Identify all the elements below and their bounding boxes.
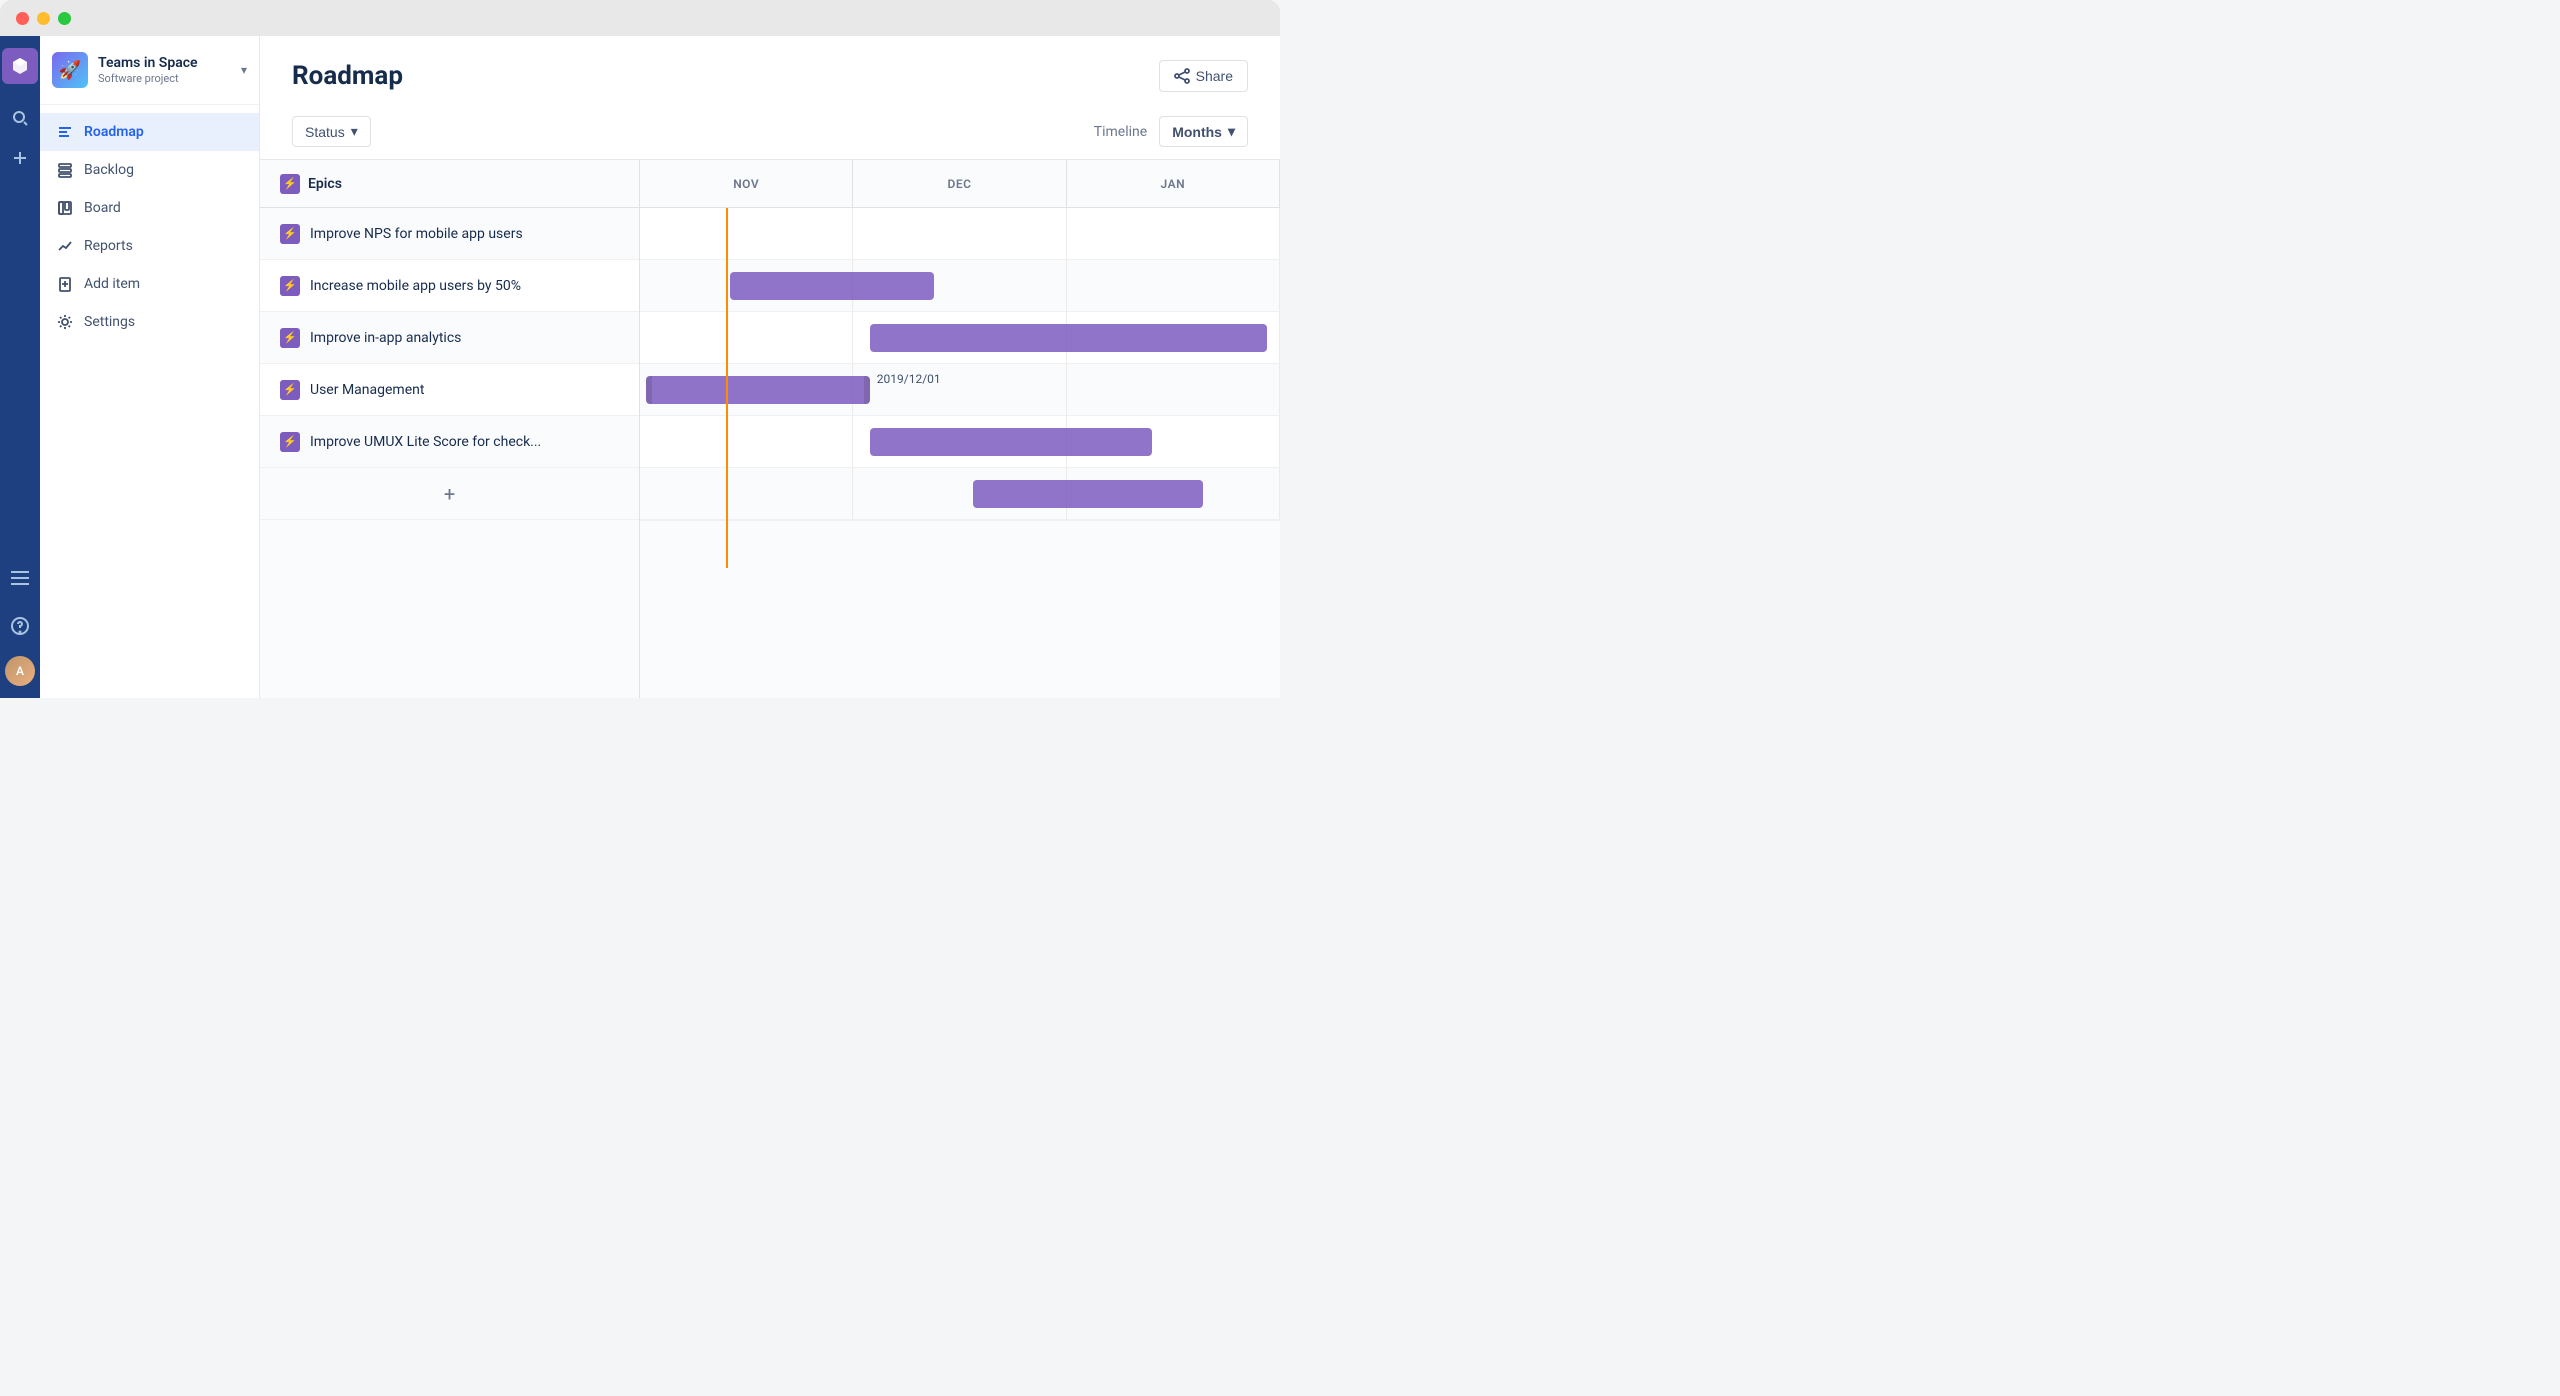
roadmap-icon <box>56 123 74 141</box>
main-content: Roadmap Share Status ▾ Timeline Mont <box>260 36 1280 698</box>
project-icon: 🚀 <box>52 52 88 88</box>
project-chevron-icon[interactable]: ▾ <box>241 63 247 77</box>
epics-header-icon: ⚡ <box>280 174 300 194</box>
sidebar-item-backlog[interactable]: Backlog <box>40 151 259 189</box>
sidebar-item-board[interactable]: Board <box>40 189 259 227</box>
months-chevron-icon: ▾ <box>1228 123 1235 140</box>
add-epic-plus-icon: + <box>444 482 455 506</box>
brand-icon[interactable] <box>2 48 38 84</box>
today-line <box>726 208 728 568</box>
epic-icon: ⚡ <box>280 328 300 348</box>
bar-right-handle[interactable] <box>864 376 870 404</box>
timeline-rows: 2019/12/01 <box>640 208 1280 698</box>
cell-nov-1 <box>640 208 853 259</box>
month-nov: NOV <box>640 160 853 207</box>
epic-icon: ⚡ <box>280 380 300 400</box>
timeline-header: NOV DEC JAN <box>640 160 1280 208</box>
epic-name: Improve in-app analytics <box>310 330 461 346</box>
months-button[interactable]: Months ▾ <box>1159 116 1248 147</box>
page-header: Roadmap Share <box>260 36 1280 108</box>
epic-name: Improve NPS for mobile app users <box>310 226 523 242</box>
epics-panel: ⚡ Epics ⚡ Improve NPS for mobile app use… <box>260 160 640 698</box>
settings-label: Settings <box>84 314 135 330</box>
roadmap-label: Roadmap <box>84 124 144 140</box>
page-title: Roadmap <box>292 61 403 91</box>
epic-row[interactable]: ⚡ Improve UMUX Lite Score for check... <box>260 416 639 468</box>
months-label: Months <box>1172 124 1222 140</box>
epic-name: User Management <box>310 382 424 398</box>
gantt-bar-2[interactable] <box>870 324 1267 352</box>
reports-label: Reports <box>84 238 133 254</box>
cell-jan-1 <box>1067 208 1280 259</box>
board-label: Board <box>84 200 121 216</box>
status-filter-button[interactable]: Status ▾ <box>292 116 371 147</box>
sidebar: 🚀 Teams in Space Software project ▾ Road… <box>40 36 260 698</box>
backlog-icon <box>56 161 74 179</box>
minimize-button[interactable] <box>37 12 50 25</box>
settings-icon <box>56 313 74 331</box>
gantt-bar-3[interactable] <box>646 376 870 404</box>
project-info: Teams in Space Software project <box>98 55 231 85</box>
create-rail-icon[interactable] <box>2 140 38 176</box>
epic-row[interactable]: ⚡ Improve in-app analytics <box>260 312 639 364</box>
sidebar-item-add-item[interactable]: Add item <box>40 265 259 303</box>
epic-row[interactable]: ⚡ Increase mobile app users by 50% <box>260 260 639 312</box>
cell-dec-1 <box>853 208 1066 259</box>
timeline-label: Timeline <box>1094 124 1147 140</box>
gantt-bar-4[interactable] <box>870 428 1152 456</box>
status-label: Status <box>305 124 345 140</box>
epic-name: Improve UMUX Lite Score for check... <box>310 434 541 450</box>
reports-icon <box>56 237 74 255</box>
window-chrome <box>0 0 1280 36</box>
epic-icon: ⚡ <box>280 224 300 244</box>
epic-name: Increase mobile app users by 50% <box>310 278 521 294</box>
backlog-label: Backlog <box>84 162 134 178</box>
add-item-icon <box>56 275 74 293</box>
maximize-button[interactable] <box>58 12 71 25</box>
gantt-bar-1[interactable] <box>730 272 935 300</box>
epic-icon: ⚡ <box>280 276 300 296</box>
timeline-panel: NOV DEC JAN <box>640 160 1280 698</box>
timeline-controls: Timeline Months ▾ <box>1094 116 1248 147</box>
project-name: Teams in Space <box>98 55 231 72</box>
close-button[interactable] <box>16 12 29 25</box>
user-avatar[interactable]: A <box>5 656 35 686</box>
roadmap-grid: ⚡ Epics ⚡ Improve NPS for mobile app use… <box>260 160 1280 698</box>
bar-left-handle[interactable] <box>646 376 652 404</box>
cell-jan-2 <box>1067 260 1280 311</box>
cell-nov-3 <box>640 312 853 363</box>
help-rail-icon[interactable] <box>2 608 38 644</box>
cell-nov-5 <box>640 416 853 467</box>
menu-rail-icon[interactable] <box>2 560 38 596</box>
add-epic-button[interactable]: + <box>260 468 639 520</box>
sidebar-item-roadmap[interactable]: Roadmap <box>40 113 259 151</box>
status-chevron-icon: ▾ <box>351 123 358 140</box>
bar-date-label-3: 2019/12/01 <box>877 362 1280 390</box>
gantt-bar-5[interactable] <box>973 480 1203 508</box>
share-button[interactable]: Share <box>1159 60 1248 92</box>
timeline-row-1 <box>640 208 1280 260</box>
month-jan: JAN <box>1067 160 1280 207</box>
epics-header: ⚡ Epics <box>260 160 639 208</box>
month-dec: DEC <box>853 160 1066 207</box>
project-header[interactable]: 🚀 Teams in Space Software project ▾ <box>40 36 259 105</box>
sidebar-item-settings[interactable]: Settings <box>40 303 259 341</box>
empty-timeline <box>640 520 1280 698</box>
epic-row[interactable]: ⚡ Improve NPS for mobile app users <box>260 208 639 260</box>
add-item-label: Add item <box>84 276 140 292</box>
roadmap-container[interactable]: ⚡ Epics ⚡ Improve NPS for mobile app use… <box>260 160 1280 698</box>
epic-row[interactable]: ⚡ User Management <box>260 364 639 416</box>
share-label: Share <box>1196 68 1233 84</box>
search-rail-icon[interactable] <box>2 100 38 136</box>
epic-icon: ⚡ <box>280 432 300 452</box>
empty-area <box>260 520 639 698</box>
cell-nov-add <box>640 468 853 519</box>
epics-header-label: Epics <box>308 176 342 192</box>
board-icon <box>56 199 74 217</box>
nav-list: Roadmap Backlog <box>40 105 259 349</box>
icon-rail: A <box>0 36 40 698</box>
project-type: Software project <box>98 72 231 85</box>
toolbar: Status ▾ Timeline Months ▾ <box>260 108 1280 160</box>
sidebar-item-reports[interactable]: Reports <box>40 227 259 265</box>
